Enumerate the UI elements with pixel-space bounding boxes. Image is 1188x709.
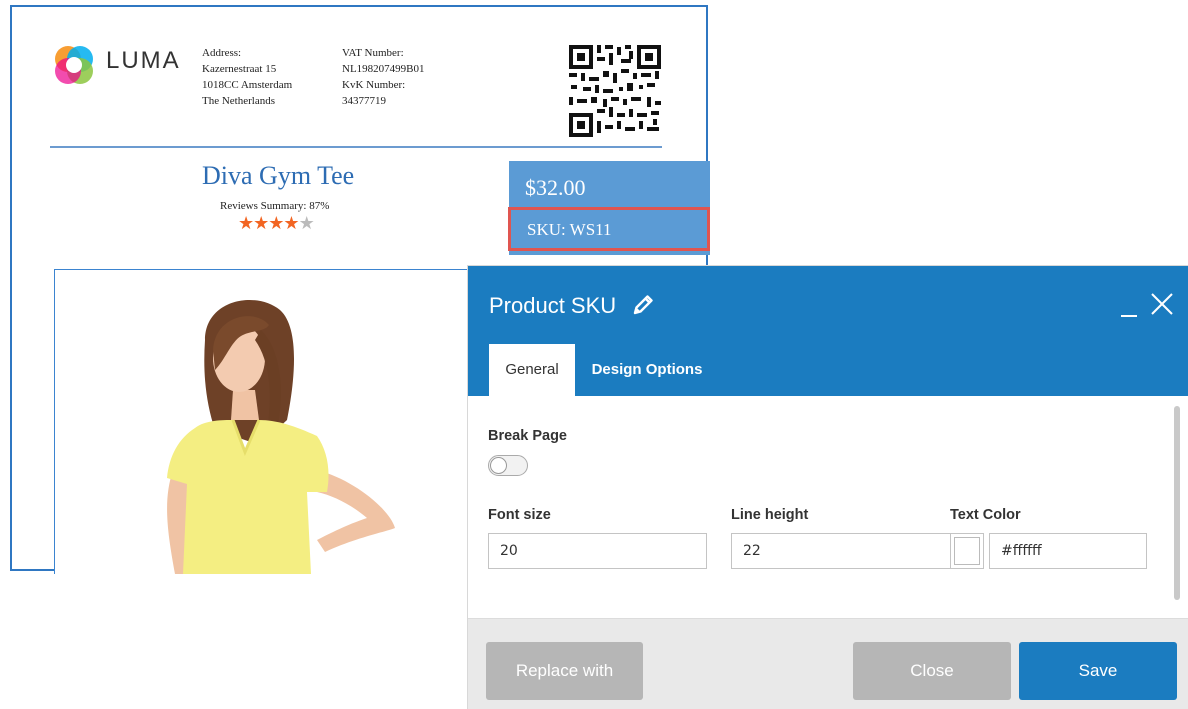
vat-value: NL198207499B01 <box>342 63 425 75</box>
kvk-label: KvK Number: <box>342 79 406 91</box>
address-block: Address: Kazernestraat 15 1018CC Amsterd… <box>202 45 292 109</box>
dialog-header: Product SKU General Design Options <box>468 266 1188 396</box>
star-filled-icon: ★ <box>253 213 269 234</box>
color-swatch-button[interactable] <box>950 533 984 569</box>
logo-text: LUMA <box>106 47 181 74</box>
tab-design-options[interactable]: Design Options <box>582 344 712 396</box>
close-icon[interactable] <box>1150 292 1174 316</box>
text-color-input[interactable]: #ffffff <box>989 533 1147 569</box>
luma-logo <box>55 46 93 84</box>
line-height-input[interactable]: 22 <box>731 533 956 569</box>
address-label: Address: <box>202 47 242 59</box>
scrollbar-thumb[interactable] <box>1174 406 1180 600</box>
address-line: Kazernestraat 15 <box>202 63 277 75</box>
dialog-body <box>468 396 1172 606</box>
divider <box>50 146 662 148</box>
product-price: $32.00 <box>525 175 586 200</box>
star-empty-icon: ★ <box>298 213 315 234</box>
line-height-label: Line height <box>731 507 809 523</box>
save-button[interactable]: Save <box>1019 642 1177 700</box>
qr-code <box>567 43 663 139</box>
break-page-label: Break Page <box>488 428 567 444</box>
text-color-label: Text Color <box>950 507 1021 523</box>
product-name: Diva Gym Tee <box>202 161 355 190</box>
address-line: The Netherlands <box>202 95 275 107</box>
reviews-summary: Reviews Summary: 87% <box>220 200 330 212</box>
color-swatch-preview <box>954 537 980 565</box>
tax-block: VAT Number: NL198207499B01 KvK Number: 3… <box>342 45 425 109</box>
break-page-toggle[interactable] <box>488 455 528 476</box>
replace-with-button[interactable]: Replace with <box>486 642 643 700</box>
product-sku-dialog: Product SKU General Design Options Break… <box>468 266 1188 709</box>
star-filled-icon: ★ <box>268 213 284 234</box>
minimize-icon[interactable] <box>1120 292 1138 318</box>
product-sku: SKU: WS11 <box>527 220 612 239</box>
close-button[interactable]: Close <box>853 642 1011 700</box>
kvk-value: 34377719 <box>342 95 386 107</box>
tab-general[interactable]: General <box>489 344 575 396</box>
dialog-footer: Replace with Close Save <box>468 618 1188 709</box>
dialog-title: Product SKU <box>489 293 617 318</box>
rating-stars: ★★★★★ <box>238 213 315 234</box>
address-line: 1018CC Amsterdam <box>202 79 293 91</box>
star-filled-icon: ★ <box>283 213 299 234</box>
sku-block-selected[interactable]: SKU: WS11 <box>508 207 710 251</box>
vat-label: VAT Number: <box>342 47 404 59</box>
font-size-label: Font size <box>488 507 551 523</box>
font-size-input[interactable]: 20 <box>488 533 707 569</box>
pencil-icon[interactable] <box>632 294 654 316</box>
star-filled-icon: ★ <box>238 213 254 234</box>
toggle-knob <box>490 457 507 474</box>
product-photo <box>167 300 395 574</box>
product-image <box>54 269 476 574</box>
